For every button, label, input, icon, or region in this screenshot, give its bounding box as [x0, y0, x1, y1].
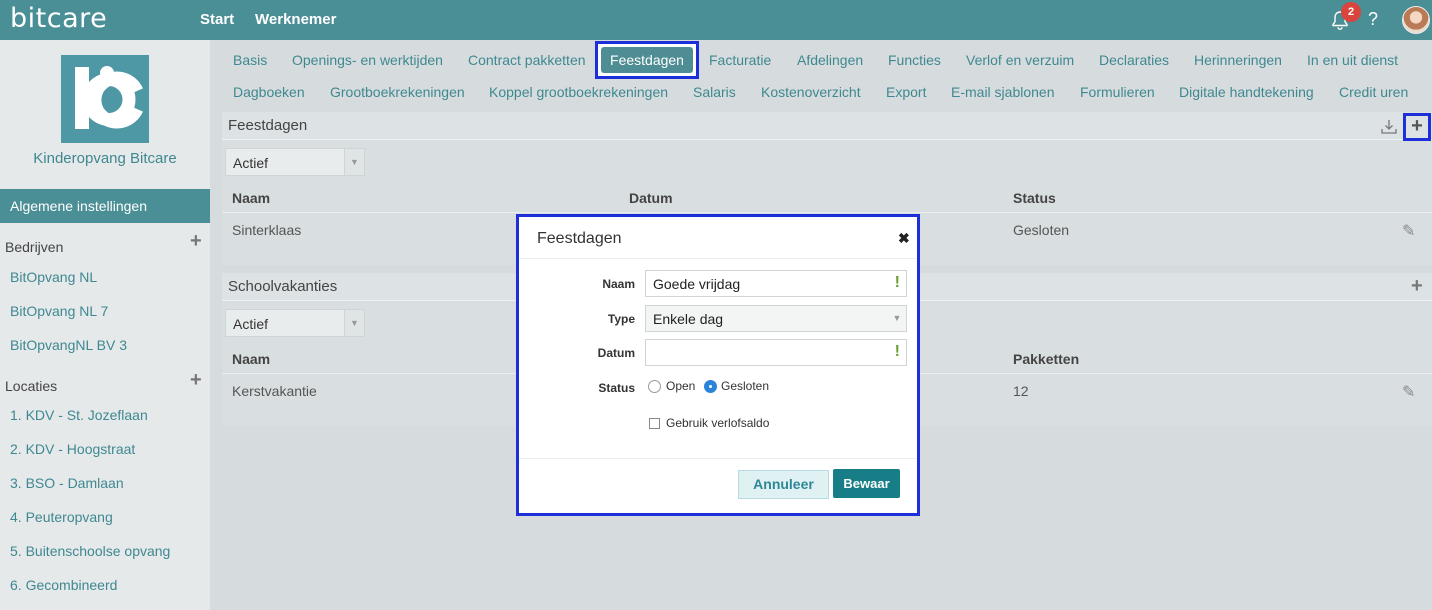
- sidebar-item-locatie[interactable]: 3. BSO - Damlaan: [10, 475, 124, 491]
- chevron-down-icon: ▼: [344, 310, 364, 336]
- edit-pencil-icon[interactable]: ✎: [1402, 221, 1415, 241]
- nav-werknemer[interactable]: Werknemer: [255, 11, 336, 28]
- add-feestdag-plus-icon[interactable]: +: [1403, 113, 1431, 141]
- column-header-naam[interactable]: Naam: [232, 351, 270, 367]
- sidebar-item-locatie[interactable]: 5. Buitenschoolse opvang: [10, 543, 170, 559]
- datum-label: Datum: [597, 346, 635, 360]
- tab-herinneringen[interactable]: Herinneringen: [1194, 52, 1282, 68]
- feestdagen-modal: Feestdagen ✖ Naam Goede vrijdag ! Type E…: [516, 214, 920, 516]
- tab-verlof-verzuim[interactable]: Verlof en verzuim: [966, 52, 1074, 68]
- datum-input[interactable]: !: [645, 339, 907, 366]
- naam-label: Naam: [602, 277, 635, 291]
- tab-digitale-handtekening[interactable]: Digitale handtekening: [1179, 84, 1314, 100]
- nav-start[interactable]: Start: [200, 11, 234, 28]
- status-gesloten-label[interactable]: Gesloten: [721, 379, 769, 393]
- tab-openingstijden[interactable]: Openings- en werktijden: [292, 52, 443, 68]
- tab-koppel-grootboekrekeningen[interactable]: Koppel grootboekrekeningen: [489, 84, 668, 100]
- tab-formulieren[interactable]: Formulieren: [1080, 84, 1155, 100]
- sidebar-item-bedrijf[interactable]: BitOpvang NL 7: [10, 303, 108, 319]
- brand-logo[interactable]: bitcare: [10, 3, 107, 34]
- status-open-label[interactable]: Open: [666, 379, 695, 393]
- org-name[interactable]: Kinderopvang Bitcare: [0, 150, 210, 167]
- avatar[interactable]: [1402, 6, 1430, 34]
- type-select[interactable]: Enkele dag ▼: [645, 305, 907, 332]
- sidebar-item-locatie[interactable]: 2. KDV - Hoogstraat: [10, 441, 135, 457]
- tab-declaraties[interactable]: Declaraties: [1099, 52, 1169, 68]
- tab-functies[interactable]: Functies: [888, 52, 941, 68]
- verlofsaldo-checkbox[interactable]: [649, 418, 660, 429]
- sidebar-item-bedrijf[interactable]: BitOpvangNL BV 3: [10, 337, 127, 353]
- row-naam: Sinterklaas: [232, 222, 302, 238]
- column-header-status[interactable]: Status: [1013, 190, 1056, 206]
- locaties-heading: Locaties: [5, 378, 58, 394]
- modal-title: Feestdagen: [537, 230, 622, 247]
- top-bar: bitcare Start Werknemer 2 ?: [0, 0, 1432, 40]
- tab-kostenoverzicht[interactable]: Kostenoverzicht: [761, 84, 861, 100]
- bedrijven-heading: Bedrijven: [5, 239, 64, 255]
- required-icon: !: [894, 343, 900, 360]
- add-bedrijf-plus-icon[interactable]: +: [190, 230, 202, 253]
- tab-grootboekrekeningen[interactable]: Grootboekrekeningen: [330, 84, 465, 100]
- row-status: Gesloten: [1013, 222, 1070, 238]
- sidebar-item-locatie[interactable]: 6. Gecombineerd: [10, 577, 117, 593]
- tab-in-uit-dienst[interactable]: In en uit dienst: [1307, 52, 1398, 68]
- status-gesloten-radio[interactable]: [704, 380, 717, 393]
- required-icon: !: [894, 274, 900, 291]
- tab-salaris[interactable]: Salaris: [693, 84, 736, 100]
- tab-credit-uren[interactable]: Credit uren: [1339, 84, 1408, 100]
- sidebar-item-locatie[interactable]: 4. Peuteropvang: [10, 509, 113, 525]
- tab-email-sjablonen[interactable]: E-mail sjablonen: [951, 84, 1055, 100]
- tab-export[interactable]: Export: [886, 84, 926, 100]
- feestdagen-title: Feestdagen: [228, 117, 308, 134]
- column-header-pakketten[interactable]: Pakketten: [1013, 351, 1079, 367]
- chevron-down-icon: ▼: [892, 313, 902, 323]
- tab-contract-pakketten[interactable]: Contract pakketten: [468, 52, 586, 68]
- notification-badge: 2: [1341, 2, 1361, 22]
- schoolvakanties-filter-select[interactable]: Actief ▼: [225, 309, 365, 337]
- add-schoolvakantie-plus-icon[interactable]: +: [1411, 275, 1423, 298]
- verlofsaldo-label[interactable]: Gebruik verlofsaldo: [666, 416, 769, 430]
- close-icon[interactable]: ✖: [898, 230, 910, 247]
- column-header-naam[interactable]: Naam: [232, 190, 270, 206]
- tab-basis[interactable]: Basis: [233, 52, 267, 68]
- schoolvakanties-title: Schoolvakanties: [228, 278, 338, 295]
- tab-feestdagen[interactable]: Feestdagen: [595, 41, 699, 79]
- tab-dagboeken[interactable]: Dagboeken: [233, 84, 305, 100]
- help-icon[interactable]: ?: [1368, 9, 1378, 30]
- sidebar-item-locatie[interactable]: 1. KDV - St. Jozeflaan: [10, 407, 148, 423]
- org-logo: [61, 55, 149, 143]
- add-locatie-plus-icon[interactable]: +: [190, 369, 202, 392]
- download-icon[interactable]: [1380, 118, 1398, 136]
- status-label: Status: [598, 381, 635, 395]
- sidebar: Kinderopvang Bitcare Algemene instelling…: [0, 40, 210, 610]
- edit-pencil-icon[interactable]: ✎: [1402, 382, 1415, 402]
- tab-afdelingen[interactable]: Afdelingen: [797, 52, 863, 68]
- type-label: Type: [607, 312, 635, 326]
- tab-facturatie[interactable]: Facturatie: [709, 52, 771, 68]
- cancel-button[interactable]: Annuleer: [738, 470, 829, 499]
- chevron-down-icon: ▼: [344, 149, 364, 175]
- feestdagen-filter-select[interactable]: Actief ▼: [225, 148, 365, 176]
- save-button[interactable]: Bewaar: [833, 469, 900, 498]
- sidebar-item-bedrijf[interactable]: BitOpvang NL: [10, 269, 97, 285]
- row-pakketten: 12: [1013, 383, 1029, 399]
- row-naam: Kerstvakantie: [232, 383, 317, 399]
- sidebar-item-algemene-instellingen[interactable]: Algemene instellingen: [0, 189, 210, 223]
- naam-input[interactable]: Goede vrijdag !: [645, 270, 907, 297]
- status-open-radio[interactable]: [648, 380, 661, 393]
- column-header-datum[interactable]: Datum: [629, 190, 673, 206]
